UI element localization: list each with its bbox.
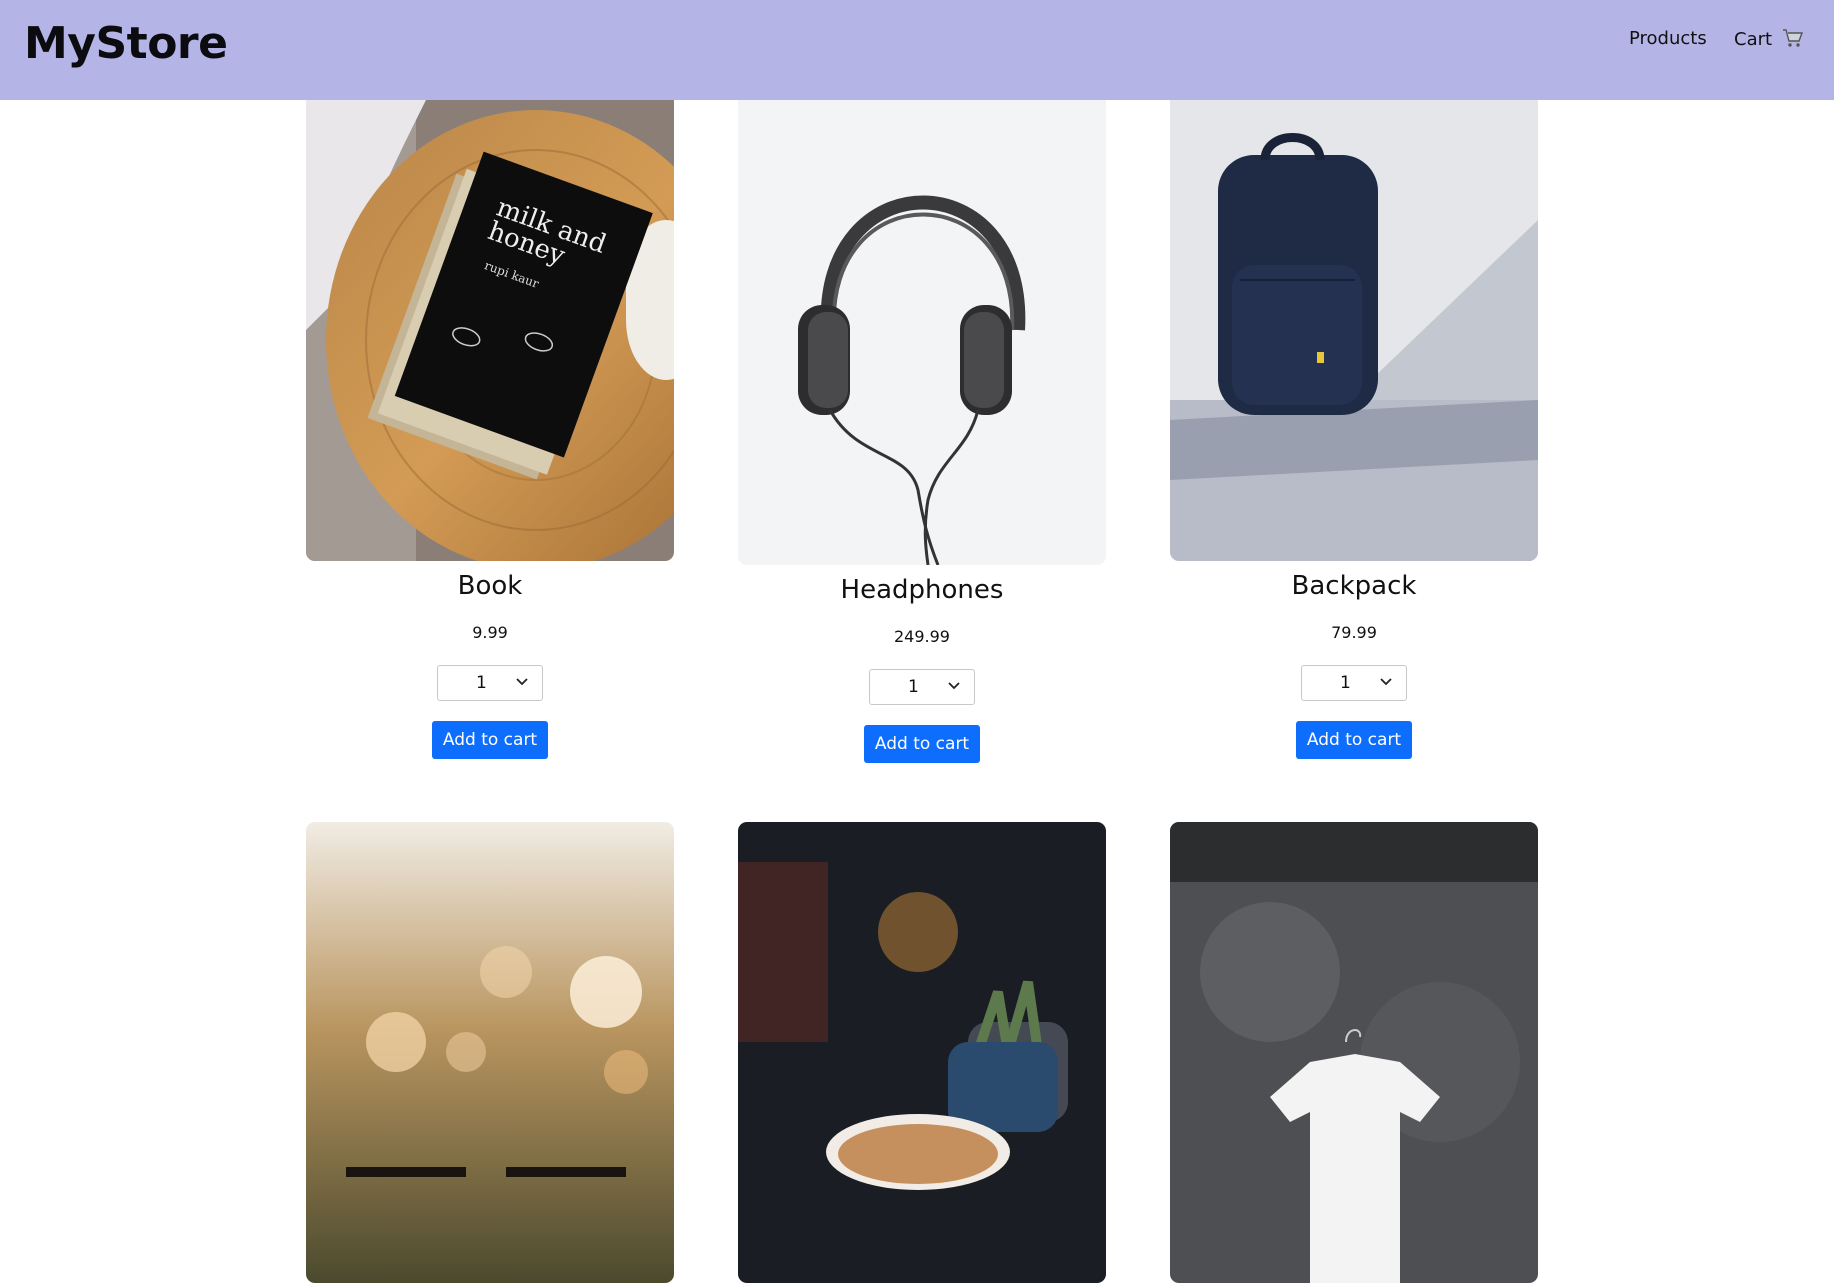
product-card-tshirt [1170,822,1538,1283]
product-name: Headphones [840,575,1004,605]
product-card-coffee [738,822,1106,1283]
product-card-backpack: Backpack 79.99 1 Add to cart [1170,100,1538,759]
book-image: milk and honey rupi kaur [306,100,674,561]
coffee-image [738,822,1106,1283]
nav-cart-label: Cart [1734,29,1773,50]
product-name: Backpack [1291,571,1417,601]
brand-logo[interactable]: MyStore [24,18,228,69]
add-to-cart-button[interactable]: Add to cart [1296,721,1412,759]
chevron-down-icon [948,682,960,690]
chevron-down-icon [1380,678,1392,686]
quantity-value: 1 [908,677,919,697]
product-card-book: milk and honey rupi kaur Book 9.99 1 Add… [306,100,674,759]
nav-cart-link[interactable]: Cart [1734,28,1804,50]
quantity-value: 1 [476,673,487,693]
glasses-image [306,822,674,1283]
quantity-select[interactable]: 1 [437,665,543,701]
product-name: Book [457,571,523,601]
headphones-image [738,100,1106,565]
product-price: 79.99 [1331,623,1377,642]
product-card-headphones: Headphones 249.99 1 Add to cart [738,100,1106,763]
add-to-cart-button[interactable]: Add to cart [432,721,548,759]
shopping-cart-icon [1782,28,1804,48]
chevron-down-icon [516,678,528,686]
backpack-image [1170,100,1538,561]
add-to-cart-button[interactable]: Add to cart [864,725,980,763]
product-price: 249.99 [894,627,950,646]
navbar: MyStore Products Cart [0,0,1834,100]
tshirt-image [1170,822,1538,1283]
product-price: 9.99 [472,623,508,642]
nav-products-link[interactable]: Products [1629,28,1707,49]
quantity-select[interactable]: 1 [869,669,975,705]
quantity-value: 1 [1340,673,1351,693]
quantity-select[interactable]: 1 [1301,665,1407,701]
product-card-glasses [306,822,674,1283]
